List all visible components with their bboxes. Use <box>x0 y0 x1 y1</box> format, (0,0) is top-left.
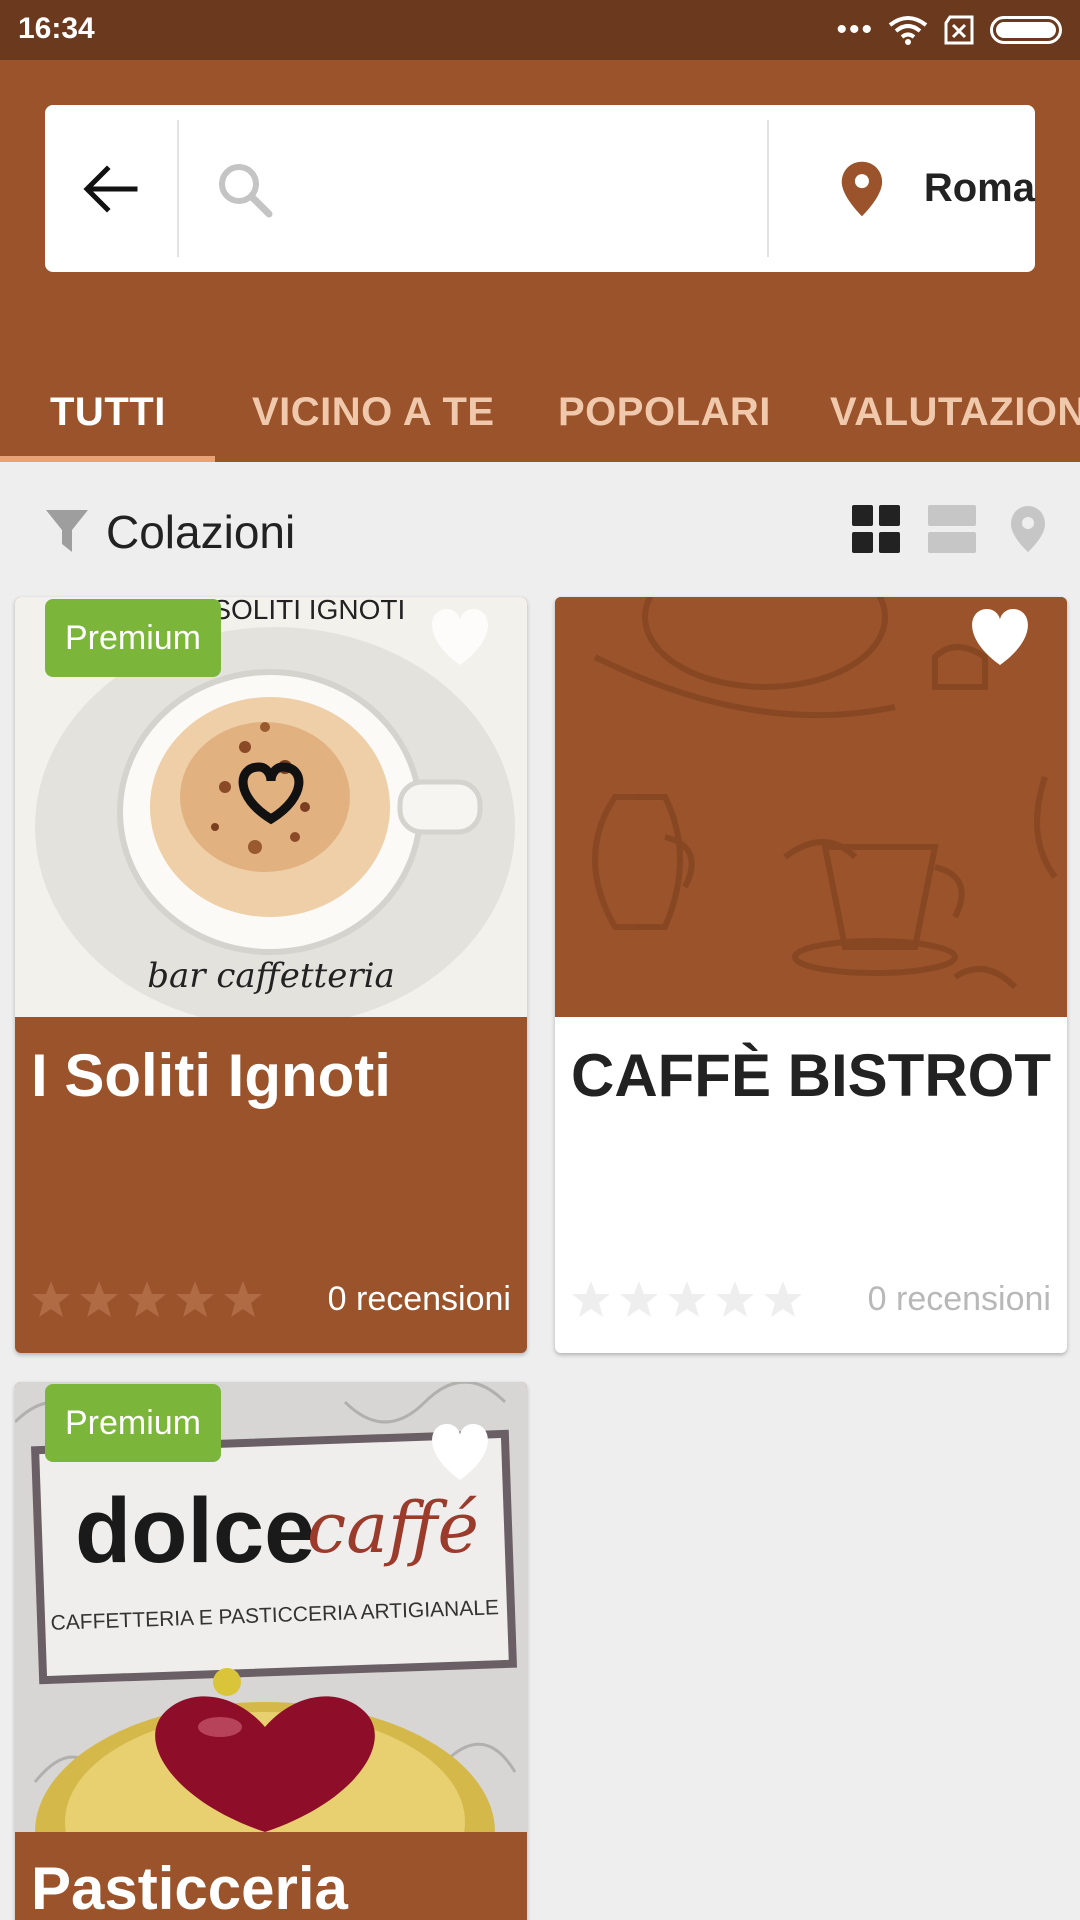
status-icons: ••• <box>836 14 1062 46</box>
search-divider-right <box>767 120 769 257</box>
image-logo-part-b: caffé <box>307 1487 479 1569</box>
venue-card[interactable]: bar caffetteria I SOLITI IGNOTI Premium … <box>15 597 527 1353</box>
star-icon <box>620 1281 658 1317</box>
location-city: Roma <box>923 166 1035 210</box>
filter-icon[interactable] <box>44 508 90 554</box>
tab-valutazioni[interactable]: VALUTAZIONI <box>830 390 1080 435</box>
venue-card[interactable]: dolce caffé CAFFETTERIA E PASTICCERIA AR… <box>15 1382 527 1920</box>
status-time: 16:34 <box>18 12 95 45</box>
location-selector[interactable]: Roma <box>815 105 1035 272</box>
more-dots-icon: ••• <box>836 13 874 46</box>
favorite-heart-icon[interactable] <box>967 607 1033 667</box>
map-view-icon[interactable] <box>1008 504 1048 554</box>
filter-label[interactable]: Colazioni <box>106 505 295 559</box>
star-icon <box>128 1281 166 1317</box>
tab-vicino-a-te[interactable]: VICINO A TE <box>252 390 495 435</box>
search-divider-left <box>177 120 179 257</box>
back-button[interactable] <box>45 105 177 272</box>
filter-bar: Colazioni <box>0 462 1080 598</box>
star-icon <box>764 1281 802 1317</box>
reviews-count: 0 recensioni <box>867 1280 1051 1318</box>
star-icon <box>716 1281 754 1317</box>
rating-stars <box>571 1279 803 1319</box>
wifi-icon <box>888 16 928 45</box>
search-bar: Roma <box>45 105 1035 272</box>
back-arrow-icon <box>83 164 138 213</box>
star-icon <box>224 1281 262 1317</box>
star-icon <box>176 1281 214 1317</box>
no-sim-icon <box>944 15 974 45</box>
grid-view-icon[interactable] <box>852 505 900 553</box>
status-bar: 16:34 ••• <box>0 0 1080 60</box>
venue-image <box>555 597 1067 1017</box>
venue-image: dolce caffé CAFFETTERIA E PASTICCERIA AR… <box>15 1382 527 1832</box>
battery-icon <box>990 16 1062 44</box>
rating-stars <box>31 1279 263 1319</box>
image-sign: I SOLITI IGNOTI <box>197 597 405 625</box>
venue-card-body: I Soliti Ignoti 0 recensioni <box>15 1017 527 1353</box>
favorite-heart-icon[interactable] <box>427 607 493 667</box>
reviews-count: 0 recensioni <box>327 1280 511 1318</box>
tab-popolari[interactable]: POPOLARI <box>558 390 771 435</box>
venue-image: bar caffetteria I SOLITI IGNOTI Premium <box>15 597 527 1017</box>
search-input[interactable] <box>205 140 785 236</box>
category-tabs: TUTTI VICINO A TE POPOLARI VALUTAZIONI <box>0 360 1080 462</box>
venue-title: I Soliti Ignoti <box>31 1042 391 1109</box>
list-view-icon[interactable] <box>928 505 976 553</box>
star-icon <box>668 1281 706 1317</box>
star-icon <box>572 1281 610 1317</box>
venue-card-body: Pasticceria <box>15 1832 527 1920</box>
star-icon <box>80 1281 118 1317</box>
tab-tutti[interactable]: TUTTI <box>50 390 166 435</box>
app-header: Roma TUTTI VICINO A TE POPOLARI VALUTAZI… <box>0 60 1080 462</box>
image-logo-part-a: dolce <box>75 1480 315 1582</box>
venue-card-body: CAFFÈ BISTROT 0 recensioni <box>555 1017 1067 1353</box>
location-pin-icon <box>841 161 883 216</box>
venue-title: CAFFÈ BISTROT <box>571 1042 1051 1109</box>
premium-badge: Premium <box>45 599 221 677</box>
venue-card[interactable]: CAFFÈ BISTROT 0 recensioni <box>555 597 1067 1353</box>
image-caption: bar caffetteria <box>147 956 394 996</box>
star-icon <box>32 1281 70 1317</box>
venue-title: Pasticceria <box>31 1855 348 1920</box>
premium-badge: Premium <box>45 1384 221 1462</box>
favorite-heart-icon[interactable] <box>427 1422 493 1482</box>
